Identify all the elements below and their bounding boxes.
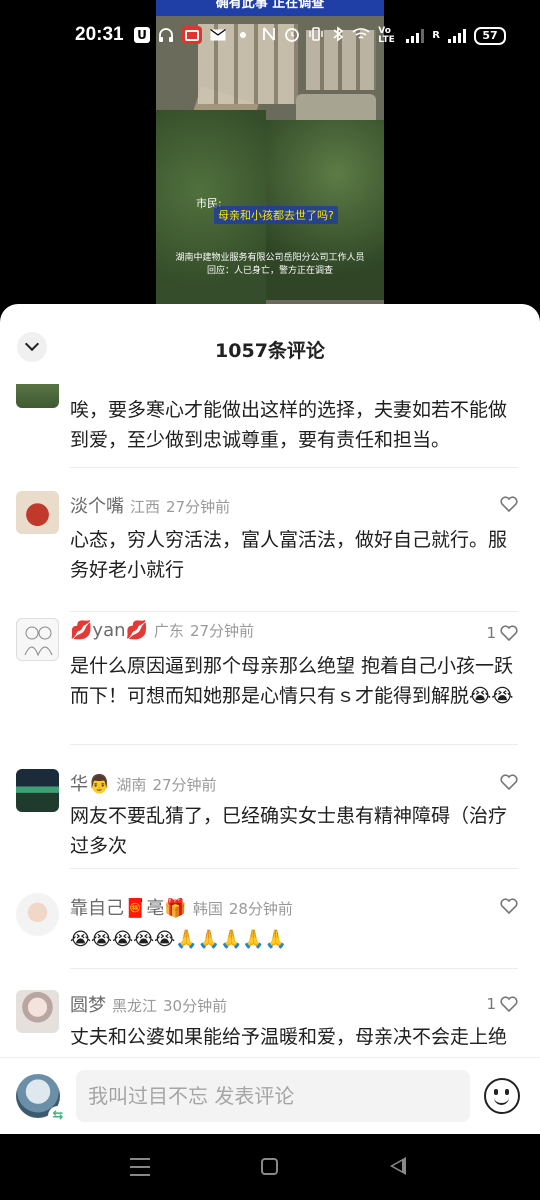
comment-input[interactable]: 我叫过目不忘 发表评论 bbox=[76, 1070, 470, 1122]
emoji-icon[interactable] bbox=[484, 1078, 520, 1114]
comments-sheet: 1057条评论 唉，要多寒心才能做出这样的选择，夫妻如若不能做到爱，至少做到忠诚… bbox=[0, 304, 540, 1134]
comment-region: 江西 bbox=[130, 498, 161, 516]
status-bar: 20:31 U Vo LTE R 57 bbox=[0, 0, 540, 72]
comment-item: 唉，要多寒心才能做出这样的选择，夫妻如若不能做到爱，至少做到忠诚尊重，要有责任和… bbox=[0, 384, 540, 472]
system-nav-bar bbox=[0, 1134, 540, 1200]
heart-icon bbox=[500, 774, 518, 790]
comment-author-line: 圆梦 黑龙江 30分钟前 bbox=[70, 991, 227, 1017]
comment-author-line: 💋yan💋 广东 27分钟前 bbox=[70, 620, 254, 641]
bluetooth-icon bbox=[332, 26, 344, 45]
mail-icon bbox=[209, 26, 227, 44]
comment-text: 网友不要乱猜了，巳经确实女士患有精神障碍（治疗过多次 bbox=[70, 805, 508, 857]
like-button[interactable] bbox=[496, 774, 518, 790]
like-count: 1 bbox=[486, 995, 496, 1013]
comment-text: 唉，要多寒心才能做出这样的选择，夫妻如若不能做到爱，至少做到忠诚尊重，要有责任和… bbox=[70, 399, 508, 451]
like-count: 1 bbox=[486, 624, 496, 642]
comment-text: 心态，穷人穷活法，富人富活法，做好自己就行。服务好老小就行 bbox=[70, 529, 508, 581]
comments-count-title: 1057条评论 bbox=[215, 340, 325, 362]
screen-record-icon bbox=[182, 26, 202, 44]
divider bbox=[70, 868, 518, 869]
comment-text: 😭😭😭😭😭🙏🙏🙏🙏🙏 bbox=[70, 929, 288, 950]
comment-time: 28分钟前 bbox=[228, 900, 293, 918]
like-button[interactable] bbox=[496, 898, 518, 914]
vibrate-icon bbox=[308, 26, 324, 45]
comment-author-line: 华👨 湖南 27分钟前 bbox=[70, 770, 217, 796]
divider bbox=[70, 611, 518, 612]
heart-icon bbox=[500, 625, 518, 641]
comment-region: 广东 bbox=[153, 622, 184, 640]
recent-apps-icon[interactable] bbox=[130, 1158, 150, 1176]
comment-item: 淡个嘴 江西 27分钟前 心态，穷人穷活法，富人富活法，做好自己就行。服务好老小就行 bbox=[0, 488, 540, 618]
system-icons: Vo LTE R 57 bbox=[262, 26, 506, 45]
comment-text: 丈夫和公婆如果能给予温暖和爱，母亲决不会走上绝路，而且把心爱的孩子一起带走，留下… bbox=[70, 1026, 508, 1048]
divider bbox=[70, 744, 518, 745]
comment-input-bar: ⇆ 我叫过目不忘 发表评论 bbox=[0, 1057, 540, 1134]
avatar[interactable] bbox=[16, 893, 59, 936]
roaming-label: R bbox=[432, 30, 440, 41]
comment-item: 💋yan💋 广东 27分钟前 1 是什么原因逼到那个母亲那么绝望 抱着自己小孩一跃而… bbox=[0, 616, 540, 776]
comment-author[interactable]: 淡个嘴 bbox=[70, 496, 124, 517]
like-button[interactable]: 1 bbox=[486, 624, 518, 642]
home-icon[interactable] bbox=[261, 1158, 278, 1175]
comment-author-line: 靠自己🧧亳🎁 韩国 28分钟前 bbox=[70, 894, 293, 920]
comment-author[interactable]: 华👨 bbox=[70, 774, 110, 795]
like-button[interactable] bbox=[496, 496, 518, 512]
nfc-icon bbox=[262, 26, 276, 45]
video-subtitle-line-1: 湖南中建物业服务有限公司岳阳分公司工作人员 bbox=[175, 253, 365, 263]
avatar[interactable] bbox=[16, 618, 59, 661]
comment-author[interactable]: 圆梦 bbox=[70, 995, 106, 1016]
heart-icon bbox=[500, 496, 518, 512]
comment-region: 湖南 bbox=[116, 776, 147, 794]
u-app-icon: U bbox=[134, 27, 150, 43]
like-button[interactable]: 1 bbox=[486, 995, 518, 1013]
avatar[interactable] bbox=[16, 491, 59, 534]
video-question-caption: 母亲和小孩都去世了吗? bbox=[214, 206, 338, 224]
comment-time: 27分钟前 bbox=[166, 498, 231, 516]
comment-time: 27分钟前 bbox=[152, 776, 217, 794]
volte-label: Vo LTE bbox=[378, 25, 395, 45]
comment-region: 韩国 bbox=[192, 900, 223, 918]
avatar[interactable] bbox=[16, 769, 59, 812]
video-subtitle-line-2: 回应：人已身亡，警方正在调查 bbox=[206, 266, 333, 276]
comment-item: 圆梦黑龙江 30分钟前 1 丈夫和公婆如果能给予温暖和爱，母亲决不会走上绝路，而且… bbox=[0, 987, 540, 1056]
comment-list[interactable]: 唉，要多寒心才能做出这样的选择，夫妻如若不能做到爱，至少做到忠诚尊重，要有责任和… bbox=[0, 384, 540, 1056]
dot-icon bbox=[234, 26, 252, 44]
comment-region: 黑龙江 bbox=[112, 997, 158, 1015]
divider bbox=[70, 467, 518, 468]
alarm-icon bbox=[284, 26, 300, 45]
divider bbox=[70, 968, 518, 969]
comment-author-line: 淡个嘴 江西 27分钟前 bbox=[70, 492, 230, 518]
comment-item: 靠自己🧧亳🎁 韩国 28分钟前 😭😭😭😭😭🙏🙏🙏🙏🙏 bbox=[0, 890, 540, 990]
comment-time: 30分钟前 bbox=[163, 997, 228, 1015]
back-icon[interactable] bbox=[390, 1157, 406, 1175]
heart-icon bbox=[500, 996, 518, 1012]
signal-strength-2-icon bbox=[448, 28, 466, 43]
signal-strength-icon bbox=[406, 28, 425, 43]
avatar[interactable] bbox=[16, 990, 59, 1033]
clock: 20:31 bbox=[75, 24, 124, 45]
notification-icons: U bbox=[134, 26, 252, 44]
comment-time: 27分钟前 bbox=[189, 622, 255, 640]
avatar[interactable] bbox=[16, 384, 59, 408]
battery-icon: 57 bbox=[474, 26, 506, 45]
comments-header: 1057条评论 bbox=[0, 304, 540, 384]
comment-item: 华👨 湖南 27分钟前 网友不要乱猜了，巳经确实女士患有精神障碍（治疗过多次 bbox=[0, 766, 540, 896]
heart-icon bbox=[500, 898, 518, 914]
headphones-icon bbox=[157, 26, 175, 44]
comment-text: 是什么原因逼到那个母亲那么绝望 抱着自己小孩一跃而下！可想而知她那是心情只有ｓ才… bbox=[70, 655, 514, 707]
comment-author[interactable]: 💋yan💋 bbox=[70, 620, 148, 641]
swap-account-icon[interactable]: ⇆ bbox=[48, 1106, 68, 1126]
comment-author[interactable]: 靠自己🧧亳🎁 bbox=[70, 898, 187, 919]
wifi-icon bbox=[352, 27, 370, 44]
